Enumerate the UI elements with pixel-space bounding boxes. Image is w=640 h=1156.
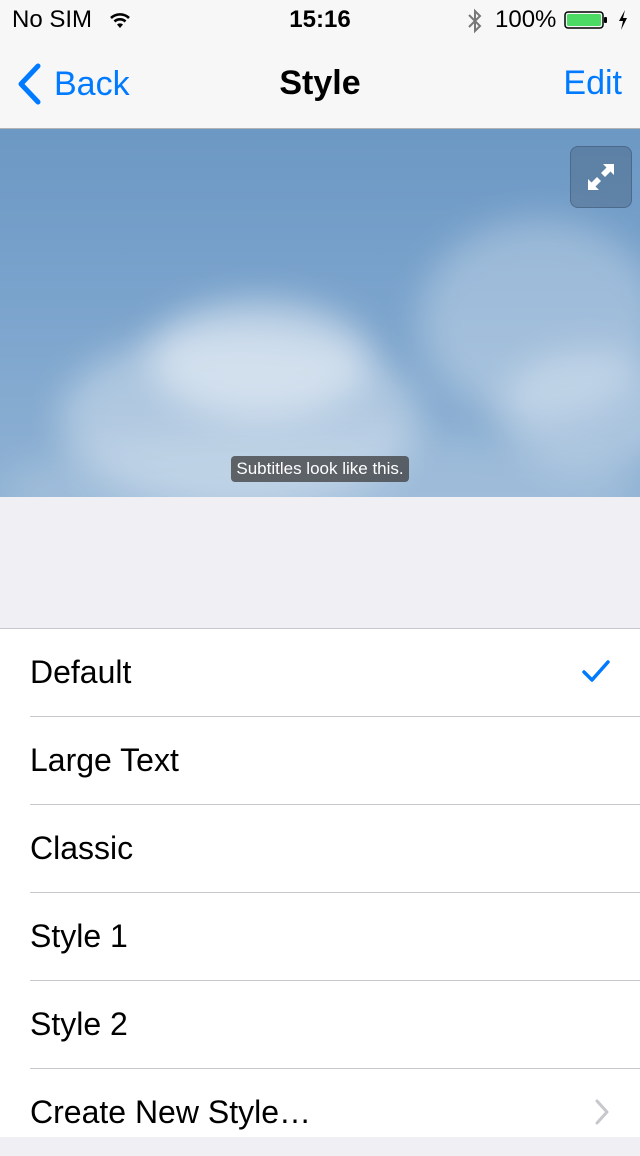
list-item-style-2[interactable]: Style 2	[30, 981, 640, 1069]
subtitle-text: Subtitles look like this.	[231, 456, 409, 482]
expand-icon	[588, 164, 614, 190]
edit-button[interactable]: Edit	[563, 64, 622, 103]
page-title: Style	[279, 64, 361, 102]
subtitle-sample: Subtitles look like this.	[0, 456, 640, 482]
list-item-label: Style 1	[30, 918, 128, 954]
style-list: Default Large Text Classic Style 1 Style…	[0, 628, 640, 1137]
list-item-create-new-style[interactable]: Create New Style…	[30, 1069, 640, 1156]
battery-icon	[564, 11, 607, 29]
list-item-large-text[interactable]: Large Text	[30, 717, 640, 805]
list-item-style-1[interactable]: Style 1	[30, 893, 640, 981]
list-item-default[interactable]: Default	[30, 629, 640, 717]
list-item-classic[interactable]: Classic	[30, 805, 640, 893]
list-item-label: Large Text	[30, 742, 179, 778]
charging-bolt-icon	[619, 10, 627, 30]
list-item-label: Classic	[30, 830, 134, 866]
list-item-label: Create New Style…	[30, 1094, 311, 1130]
status-bar: No SIM 15:16 100%	[0, 0, 640, 40]
battery-percent: 100%	[495, 6, 557, 33]
list-item-label: Default	[30, 654, 132, 690]
navigation-bar: Back Style Edit	[0, 40, 640, 129]
subtitle-preview: Subtitles look like this.	[0, 129, 640, 497]
cloud-decoration	[150, 299, 370, 419]
bluetooth-icon	[468, 8, 482, 34]
checkmark-icon	[582, 660, 610, 682]
list-item-label: Style 2	[30, 1006, 128, 1042]
fullscreen-button[interactable]	[570, 146, 632, 208]
chevron-right-icon	[595, 1099, 609, 1125]
